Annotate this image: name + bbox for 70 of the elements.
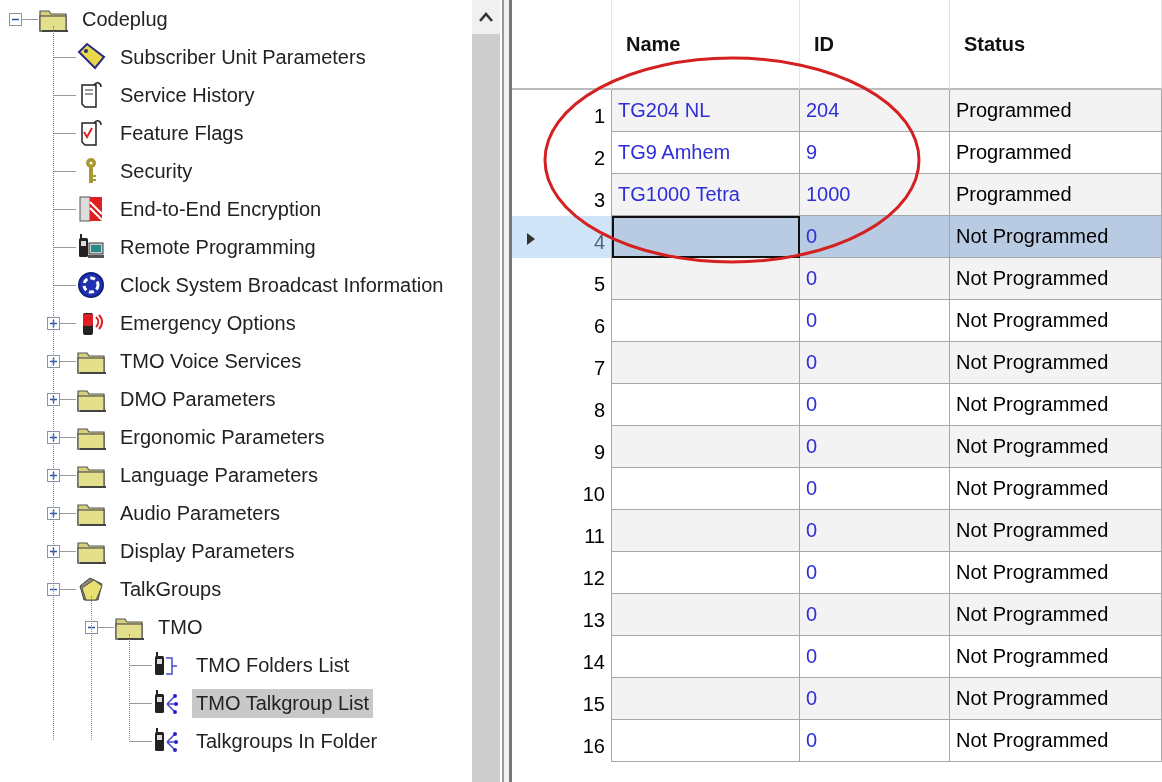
tree-item[interactable]: TMO xyxy=(154,612,207,642)
id-cell[interactable]: 0 xyxy=(800,258,950,300)
tree-item[interactable]: Ergonomic Parameters xyxy=(116,422,329,452)
tree-item[interactable]: Service History xyxy=(116,80,259,110)
tree-item[interactable]: Feature Flags xyxy=(116,118,248,148)
id-cell[interactable]: 0 xyxy=(800,510,950,552)
column-header[interactable]: Name xyxy=(626,32,681,56)
tree-item[interactable]: Talkgroups In Folder xyxy=(192,726,382,756)
tree-item[interactable]: Audio Parameters xyxy=(116,498,285,528)
status-cell[interactable]: Not Programmed xyxy=(950,594,1162,636)
column-header[interactable]: ID xyxy=(814,32,834,56)
column-header[interactable]: Status xyxy=(964,32,1026,56)
expand-icon[interactable] xyxy=(47,506,60,520)
splitter[interactable] xyxy=(502,0,512,782)
tree-item[interactable]: Subscriber Unit Parameters xyxy=(116,42,370,72)
scroll-up-icon[interactable] xyxy=(478,11,494,23)
tree-item[interactable]: End-to-End Encryption xyxy=(116,194,326,224)
status-cell[interactable]: Programmed xyxy=(950,90,1162,132)
name-cell[interactable]: TG204 NL xyxy=(612,90,800,132)
tree-item[interactable]: TMO Talkgroup List xyxy=(192,688,374,718)
tag-icon xyxy=(76,42,106,72)
expand-icon[interactable] xyxy=(47,430,60,444)
id-cell[interactable]: 0 xyxy=(800,594,950,636)
tree-item[interactable]: Emergency Options xyxy=(116,308,300,338)
id-cell[interactable]: 1000 xyxy=(800,174,950,216)
row-header[interactable]: 4 xyxy=(512,216,612,258)
status-cell[interactable]: Not Programmed xyxy=(950,720,1162,762)
name-cell[interactable] xyxy=(612,342,800,384)
status-cell[interactable]: Not Programmed xyxy=(950,258,1162,300)
name-cell[interactable] xyxy=(612,720,800,762)
collapse-icon[interactable] xyxy=(85,620,98,634)
collapse-icon[interactable] xyxy=(9,12,22,26)
tree-item[interactable]: Remote Programming xyxy=(116,232,320,262)
status-cell[interactable]: Not Programmed xyxy=(950,216,1162,258)
status-cell[interactable]: Not Programmed xyxy=(950,678,1162,720)
tree-item[interactable]: Display Parameters xyxy=(116,536,299,566)
name-cell[interactable]: TG1000 Tetra xyxy=(612,174,800,216)
expand-icon[interactable] xyxy=(47,544,60,558)
id-cell[interactable]: 0 xyxy=(800,342,950,384)
name-cell[interactable] xyxy=(612,510,800,552)
name-cell[interactable] xyxy=(612,258,800,300)
row-pointer-icon xyxy=(526,232,536,246)
name-cell[interactable] xyxy=(612,216,800,258)
status-cell[interactable]: Not Programmed xyxy=(950,426,1162,468)
expand-icon[interactable] xyxy=(47,468,60,482)
name-cell[interactable] xyxy=(612,426,800,468)
id-cell[interactable]: 0 xyxy=(800,216,950,258)
tree-item[interactable]: DMO Parameters xyxy=(116,384,280,414)
tree-item[interactable]: Clock System Broadcast Information xyxy=(116,270,448,300)
collapse-icon[interactable] xyxy=(47,582,60,596)
tree-item[interactable]: TalkGroups xyxy=(116,574,226,604)
expand-icon[interactable] xyxy=(47,392,60,406)
tree-item[interactable]: Language Parameters xyxy=(116,460,322,490)
name-cell[interactable] xyxy=(612,594,800,636)
status-cell[interactable]: Not Programmed xyxy=(950,342,1162,384)
id-cell[interactable]: 204 xyxy=(800,90,950,132)
name-cell[interactable] xyxy=(612,678,800,720)
id-cell[interactable]: 0 xyxy=(800,426,950,468)
expand-icon[interactable] xyxy=(47,354,60,368)
tree-item[interactable]: TMO Folders List xyxy=(192,650,354,680)
clock-icon xyxy=(76,270,106,300)
id-cell[interactable]: 0 xyxy=(800,720,950,762)
status-cell[interactable]: Not Programmed xyxy=(950,510,1162,552)
tree-item[interactable]: Security xyxy=(116,156,197,186)
expand-icon[interactable] xyxy=(47,316,60,330)
scrollbar[interactable] xyxy=(472,0,500,782)
id-cell[interactable]: 0 xyxy=(800,678,950,720)
tree-item[interactable]: Codeplug xyxy=(78,4,172,34)
tree-item[interactable]: TMO Voice Services xyxy=(116,346,306,376)
status-cell[interactable]: Programmed xyxy=(950,174,1162,216)
